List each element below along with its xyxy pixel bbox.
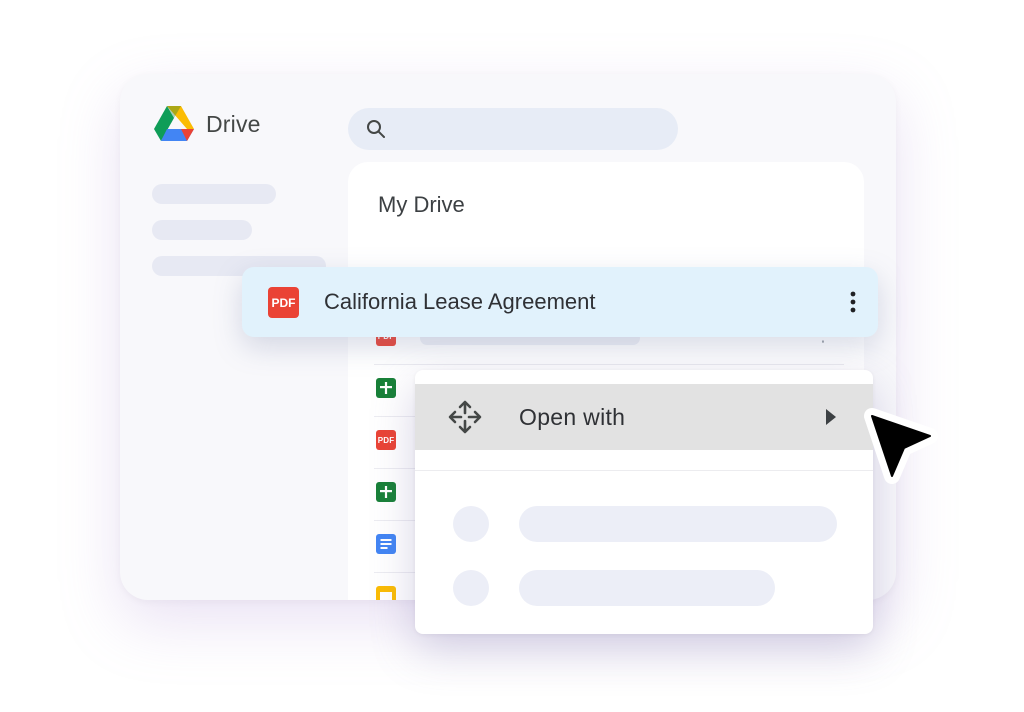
menu-item-placeholder[interactable] [519, 506, 837, 542]
selected-file-row[interactable]: PDF California Lease Agreement [242, 267, 878, 337]
docs-icon [376, 534, 396, 554]
search-bar[interactable] [348, 108, 678, 150]
file-name: California Lease Agreement [324, 289, 596, 314]
more-vert-icon[interactable] [850, 291, 856, 313]
move-arrows-icon [448, 400, 482, 434]
context-menu: Open with [415, 370, 873, 634]
sheets-icon [376, 482, 396, 502]
menu-item-icon-placeholder [453, 506, 489, 542]
stage: Drive My Drive PDF ⋮ [0, 0, 1024, 712]
sidebar-item-placeholder[interactable] [152, 220, 252, 240]
menu-item-open-with[interactable]: Open with [415, 384, 873, 450]
arrow-right-icon [826, 409, 836, 425]
page-title: My Drive [378, 192, 465, 217]
menu-divider [415, 470, 873, 471]
menu-item-icon-placeholder [453, 570, 489, 606]
app-name: Drive [206, 110, 261, 137]
slides-icon [376, 586, 396, 600]
drive-logo[interactable]: Drive [154, 106, 261, 142]
menu-item-label: Open with [519, 404, 626, 430]
search-icon [367, 120, 385, 138]
google-drive-logo-icon [154, 106, 194, 141]
pdf-icon: PDF [268, 287, 299, 318]
pdf-icon: PDF [376, 430, 396, 450]
mouse-pointer-icon [864, 408, 938, 484]
sidebar-item-placeholder[interactable] [152, 184, 276, 204]
menu-item-placeholder[interactable] [519, 570, 775, 606]
sheets-icon [376, 378, 396, 398]
